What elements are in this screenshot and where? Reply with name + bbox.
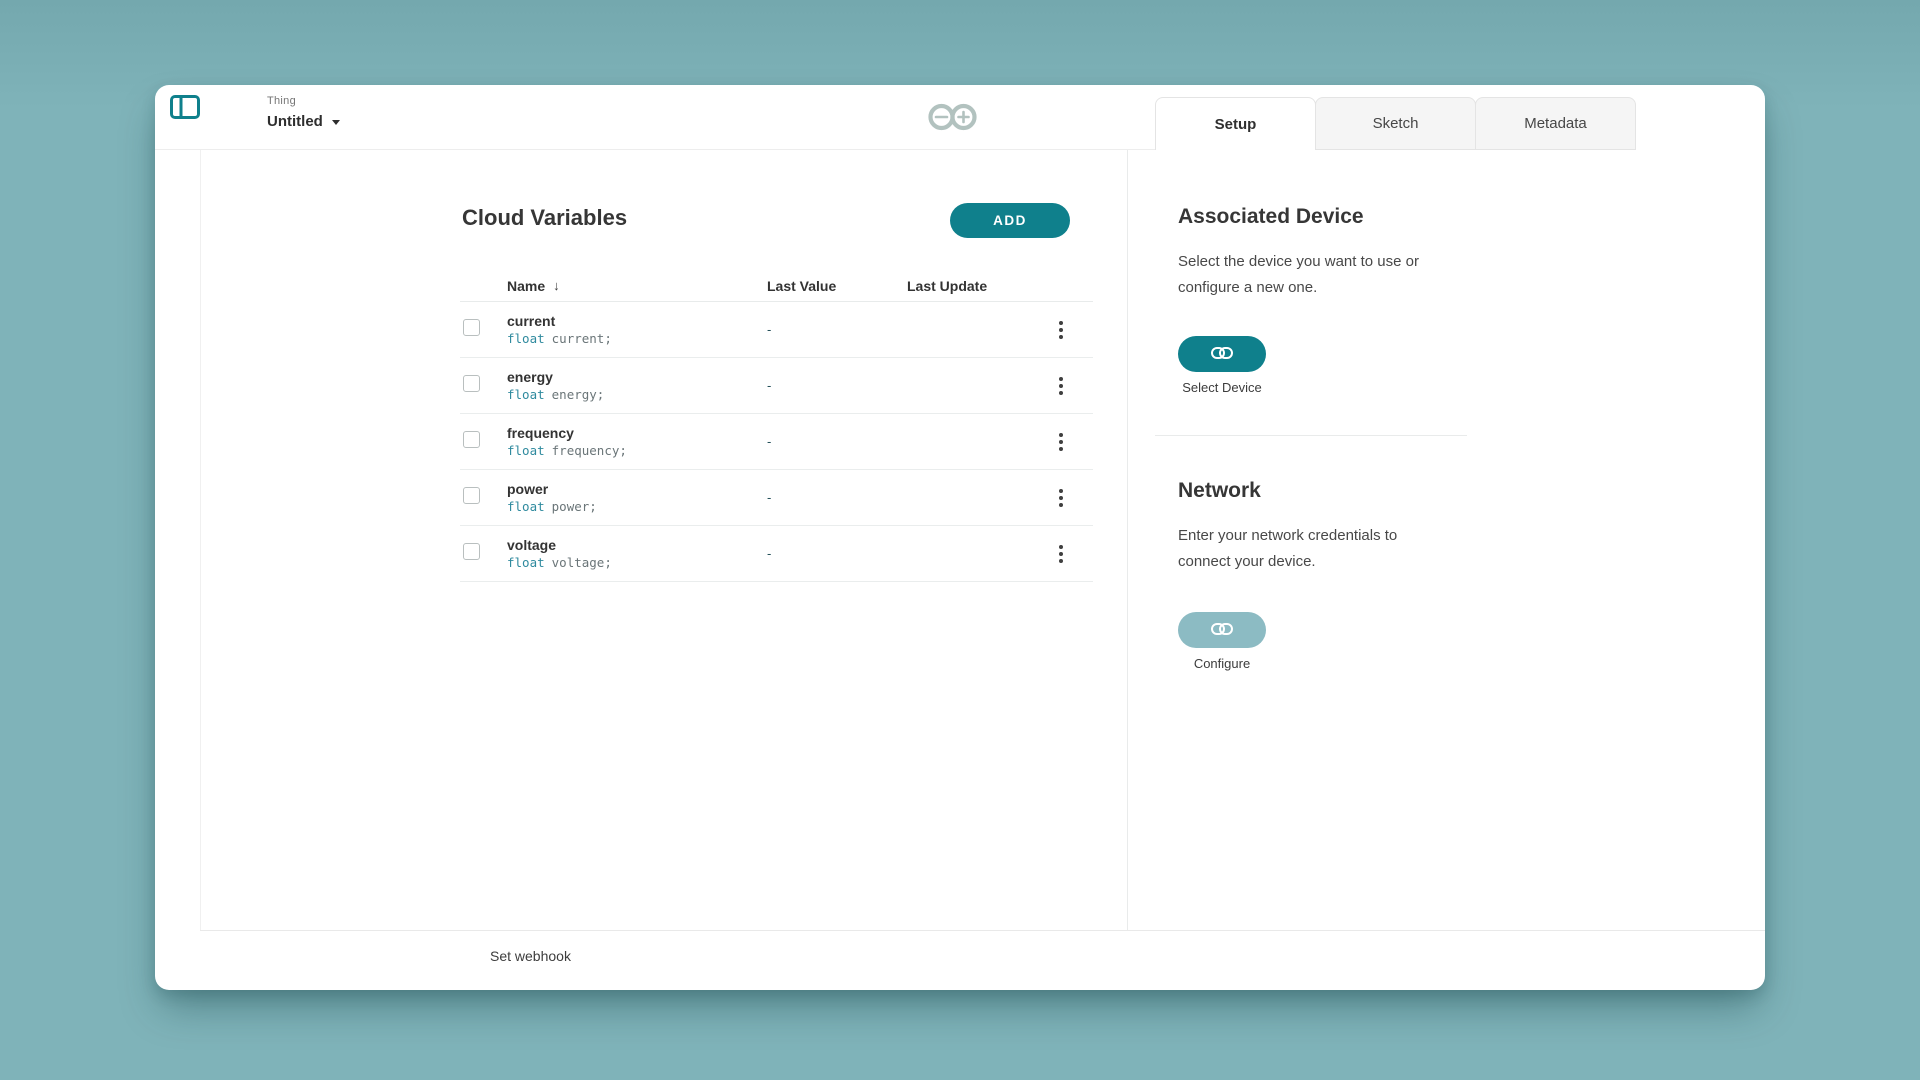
row-checkbox[interactable] bbox=[463, 319, 480, 336]
table-row[interactable]: voltage floatvoltage; - bbox=[460, 526, 1093, 582]
row-checkbox[interactable] bbox=[463, 487, 480, 504]
page-title: Cloud Variables bbox=[462, 205, 627, 231]
kebab-icon[interactable] bbox=[1055, 317, 1067, 343]
table-row[interactable]: current floatcurrent; - bbox=[460, 302, 1093, 358]
header-bottom-border bbox=[200, 149, 1155, 150]
table-header-row: Name ↓ Last Value Last Update bbox=[460, 270, 1093, 302]
select-device-label: Select Device bbox=[1178, 380, 1266, 395]
associated-device-title: Associated Device bbox=[1178, 205, 1364, 229]
thing-name-dropdown[interactable]: Untitled bbox=[267, 113, 340, 130]
table-row[interactable]: power floatpower; - bbox=[460, 470, 1093, 526]
panel-left-icon bbox=[170, 95, 200, 122]
kebab-icon[interactable] bbox=[1055, 541, 1067, 567]
tab-sketch[interactable]: Sketch bbox=[1315, 97, 1476, 150]
configure-label: Configure bbox=[1178, 656, 1266, 671]
column-header-last-value: Last Value bbox=[767, 278, 907, 301]
caret-down-icon bbox=[332, 120, 340, 125]
thing-card: Thing Untitled Setup Sketch Metadata Clo… bbox=[155, 85, 1765, 990]
variable-name: current bbox=[507, 314, 767, 328]
row-checkbox[interactable] bbox=[463, 543, 480, 560]
variable-declaration: floatfrequency; bbox=[507, 445, 767, 458]
row-checkbox[interactable] bbox=[463, 431, 480, 448]
tab-setup[interactable]: Setup bbox=[1155, 97, 1316, 150]
table-row[interactable]: energy floatenergy; - bbox=[460, 358, 1093, 414]
tab-metadata[interactable]: Metadata bbox=[1475, 97, 1636, 150]
thing-name: Untitled bbox=[267, 113, 323, 130]
variable-name: energy bbox=[507, 370, 767, 384]
kebab-icon[interactable] bbox=[1055, 485, 1067, 511]
variable-name: power bbox=[507, 482, 767, 496]
table-row[interactable]: frequency floatfrequency; - bbox=[460, 414, 1093, 470]
row-checkbox[interactable] bbox=[463, 375, 480, 392]
thing-label: Thing bbox=[267, 95, 340, 107]
arduino-infinity-icon bbox=[925, 102, 987, 137]
variable-name: frequency bbox=[507, 426, 767, 440]
last-value: - bbox=[767, 546, 907, 561]
panel-section-divider bbox=[1155, 435, 1467, 436]
select-device-button[interactable] bbox=[1178, 336, 1266, 372]
content-panel-divider bbox=[1127, 150, 1128, 930]
variable-declaration: floatpower; bbox=[507, 501, 767, 514]
left-strip-divider bbox=[200, 149, 201, 930]
column-header-name[interactable]: Name ↓ bbox=[507, 278, 767, 301]
thing-title-block: Thing Untitled bbox=[267, 95, 340, 130]
last-value: - bbox=[767, 322, 907, 337]
last-value: - bbox=[767, 490, 907, 505]
last-value: - bbox=[767, 434, 907, 449]
last-value: - bbox=[767, 378, 907, 393]
associated-device-description: Select the device you want to use or con… bbox=[1178, 249, 1438, 301]
page-background: { "colors": { "page_background": "#7fb3b… bbox=[0, 0, 1920, 1080]
variable-declaration: floatcurrent; bbox=[507, 333, 767, 346]
link-icon bbox=[1211, 347, 1233, 362]
left-strip-underline bbox=[155, 149, 200, 150]
variable-name: voltage bbox=[507, 538, 767, 552]
add-variable-button[interactable]: ADD bbox=[950, 203, 1070, 238]
variable-declaration: floatenergy; bbox=[507, 389, 767, 402]
variable-declaration: floatvoltage; bbox=[507, 557, 767, 570]
column-header-last-update: Last Update bbox=[907, 278, 1047, 301]
set-webhook-link[interactable]: Set webhook bbox=[490, 948, 571, 964]
thing-tabs: Setup Sketch Metadata bbox=[1155, 97, 1636, 150]
arrow-down-icon: ↓ bbox=[553, 278, 560, 293]
variables-table: Name ↓ Last Value Last Update current fl… bbox=[460, 270, 1093, 582]
network-title: Network bbox=[1178, 479, 1261, 503]
kebab-icon[interactable] bbox=[1055, 429, 1067, 455]
network-description: Enter your network credentials to connec… bbox=[1178, 523, 1418, 575]
configure-network-button[interactable] bbox=[1178, 612, 1266, 648]
footer-separator bbox=[200, 930, 1765, 931]
kebab-icon[interactable] bbox=[1055, 373, 1067, 399]
panel-toggle-button[interactable] bbox=[168, 94, 202, 122]
link-icon bbox=[1211, 623, 1233, 638]
